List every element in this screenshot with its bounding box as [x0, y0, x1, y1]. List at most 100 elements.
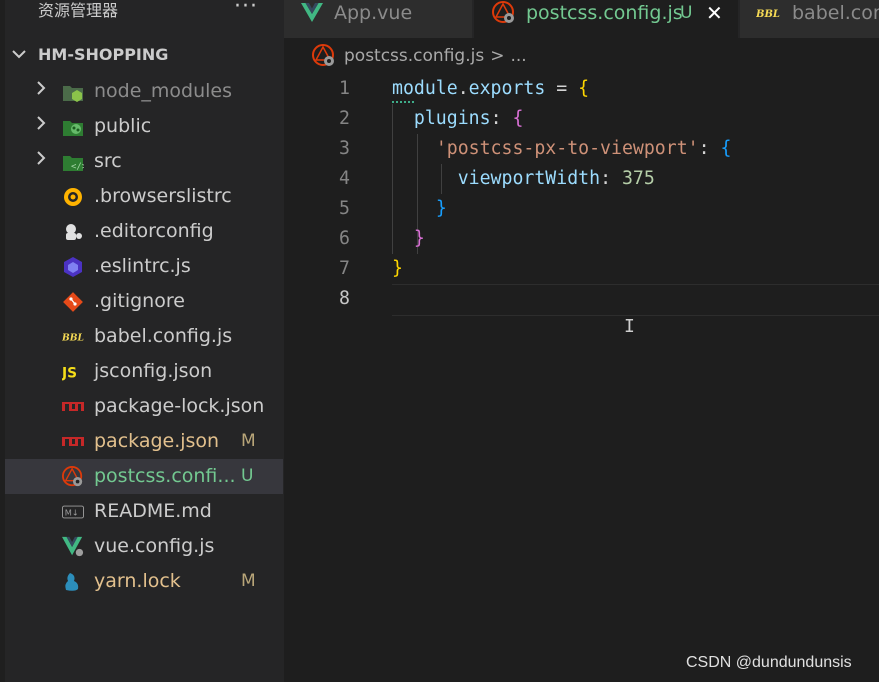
code-content: module.exports = { — [392, 74, 589, 104]
editorconfig-icon — [62, 221, 84, 243]
code-token: 'postcss-px-to-viewport' — [435, 138, 699, 159]
file-item[interactable]: .eslintrc.js — [5, 249, 283, 284]
svg-text:JS: JS — [62, 366, 77, 382]
untracked-badge: U — [680, 3, 693, 23]
code-token: exports — [468, 78, 546, 99]
vue-icon — [300, 1, 324, 25]
vue-config-icon — [62, 536, 84, 558]
file-item[interactable]: node_modules — [5, 74, 283, 109]
file-name: .gitignore — [94, 290, 185, 312]
file-name: package.json — [94, 430, 220, 452]
code-content: } — [392, 224, 425, 254]
file-item[interactable]: public — [5, 109, 283, 144]
code-token: plugins — [413, 108, 491, 129]
tab-label: postcss.config.js — [526, 2, 683, 24]
chevron-right-icon[interactable] — [33, 144, 49, 179]
code-content: 'postcss-px-to-viewport': { — [392, 134, 732, 164]
explorer-sidebar: 资源管理器 ··· HM-SHOPPING node_modules public… — [0, 0, 284, 682]
line-number: 8 — [339, 288, 350, 309]
file-item[interactable]: package.json M — [5, 424, 283, 459]
file-item[interactable]: .browserslistrc — [5, 179, 283, 214]
file-name: public — [94, 115, 152, 137]
code-line: 4 viewportWidth: 375 — [284, 164, 879, 194]
close-icon[interactable]: ✕ — [706, 0, 723, 26]
postcss-icon — [312, 44, 336, 68]
code-line: 7} — [284, 254, 879, 284]
code-token: . — [457, 78, 469, 99]
code-token: { — [578, 78, 590, 99]
code-line: 3 'postcss-px-to-viewport': { — [284, 134, 879, 164]
line-number: 4 — [339, 168, 350, 189]
code-line: 6 } — [284, 224, 879, 254]
file-name: yarn.lock — [94, 570, 181, 592]
code-token: } — [413, 228, 425, 249]
code-token: { — [720, 138, 732, 159]
more-actions-icon[interactable]: ··· — [234, 0, 258, 19]
tab-app-vue[interactable]: App.vue — [284, 0, 472, 38]
code-editor[interactable]: 1 module.exports = {2 plugins: {3 'postcs… — [284, 74, 879, 682]
tab-label: babel.con — [792, 2, 879, 24]
file-item[interactable]: BBL babel.config.js — [5, 319, 283, 354]
breadcrumb-more[interactable]: ... — [510, 46, 526, 66]
editor-tab-bar: App.vue postcss.config.js U ✕ BBL babel.… — [284, 0, 879, 38]
chevron-right-icon[interactable] — [33, 74, 49, 109]
code-content: plugins: { — [392, 104, 524, 134]
file-name: babel.config.js — [94, 325, 233, 347]
breadcrumb-separator: > — [490, 46, 505, 66]
file-item[interactable]: JS jsconfig.json — [5, 354, 283, 389]
file-item[interactable]: </> src — [5, 144, 283, 179]
file-name: postcss.confi... — [94, 465, 236, 487]
code-content: } — [392, 254, 403, 284]
untracked-badge: U — [241, 466, 254, 486]
code-content: viewportWidth: 375 — [392, 164, 655, 194]
tab-label: App.vue — [334, 2, 413, 24]
line-number: 5 — [339, 198, 350, 219]
suggestion-squiggle — [392, 98, 414, 103]
watermark: CSDN @dundundunsis — [686, 654, 852, 671]
node-modules-folder-icon — [62, 81, 84, 103]
breadcrumb-file[interactable]: postcss.config.js — [344, 46, 484, 66]
file-name: .browserslistrc — [94, 185, 232, 207]
git-icon — [62, 291, 84, 313]
file-item[interactable]: M↓ README.md — [5, 494, 283, 529]
project-folder-header[interactable]: HM-SHOPPING — [8, 42, 168, 68]
src-folder-icon: </> — [62, 151, 84, 173]
code-line: 1 module.exports = { — [284, 74, 879, 104]
file-item[interactable]: package-lock.json — [5, 389, 283, 424]
chevron-down-icon — [8, 42, 30, 68]
tab-postcss-config[interactable]: postcss.config.js U ✕ — [474, 0, 738, 38]
postcss-icon — [62, 466, 84, 488]
code-token: = — [545, 78, 579, 99]
file-item[interactable]: .editorconfig — [5, 214, 283, 249]
js-icon: JS — [62, 361, 84, 383]
code-token: : — [698, 138, 721, 159]
line-number: 3 — [339, 138, 350, 159]
svg-text:</>: </> — [71, 162, 84, 172]
browserslist-icon — [62, 186, 84, 208]
file-name: jsconfig.json — [94, 360, 213, 382]
chevron-right-icon[interactable] — [33, 109, 49, 144]
svg-text:BBL: BBL — [62, 333, 84, 344]
file-name: README.md — [94, 500, 212, 522]
svg-text:BBL: BBL — [756, 9, 780, 20]
file-item[interactable]: yarn.lock M — [5, 564, 283, 599]
code-content: } — [392, 194, 447, 224]
file-item[interactable]: postcss.confi... U — [5, 459, 283, 494]
code-token: : — [490, 108, 513, 129]
babel-icon: BBL — [62, 326, 84, 348]
file-item[interactable]: vue.config.js — [5, 529, 283, 564]
mouse-ibeam-cursor: I — [624, 316, 635, 337]
code-line: 5 } — [284, 194, 879, 224]
tab-babel-config[interactable]: BBL babel.con — [740, 0, 879, 38]
file-name: vue.config.js — [94, 535, 215, 557]
npm-icon — [62, 431, 84, 453]
file-name: .eslintrc.js — [94, 255, 191, 277]
babel-icon: BBL — [756, 1, 780, 25]
code-token: viewportWidth — [457, 168, 601, 189]
yarn-icon — [62, 571, 84, 593]
file-item[interactable]: .gitignore — [5, 284, 283, 319]
